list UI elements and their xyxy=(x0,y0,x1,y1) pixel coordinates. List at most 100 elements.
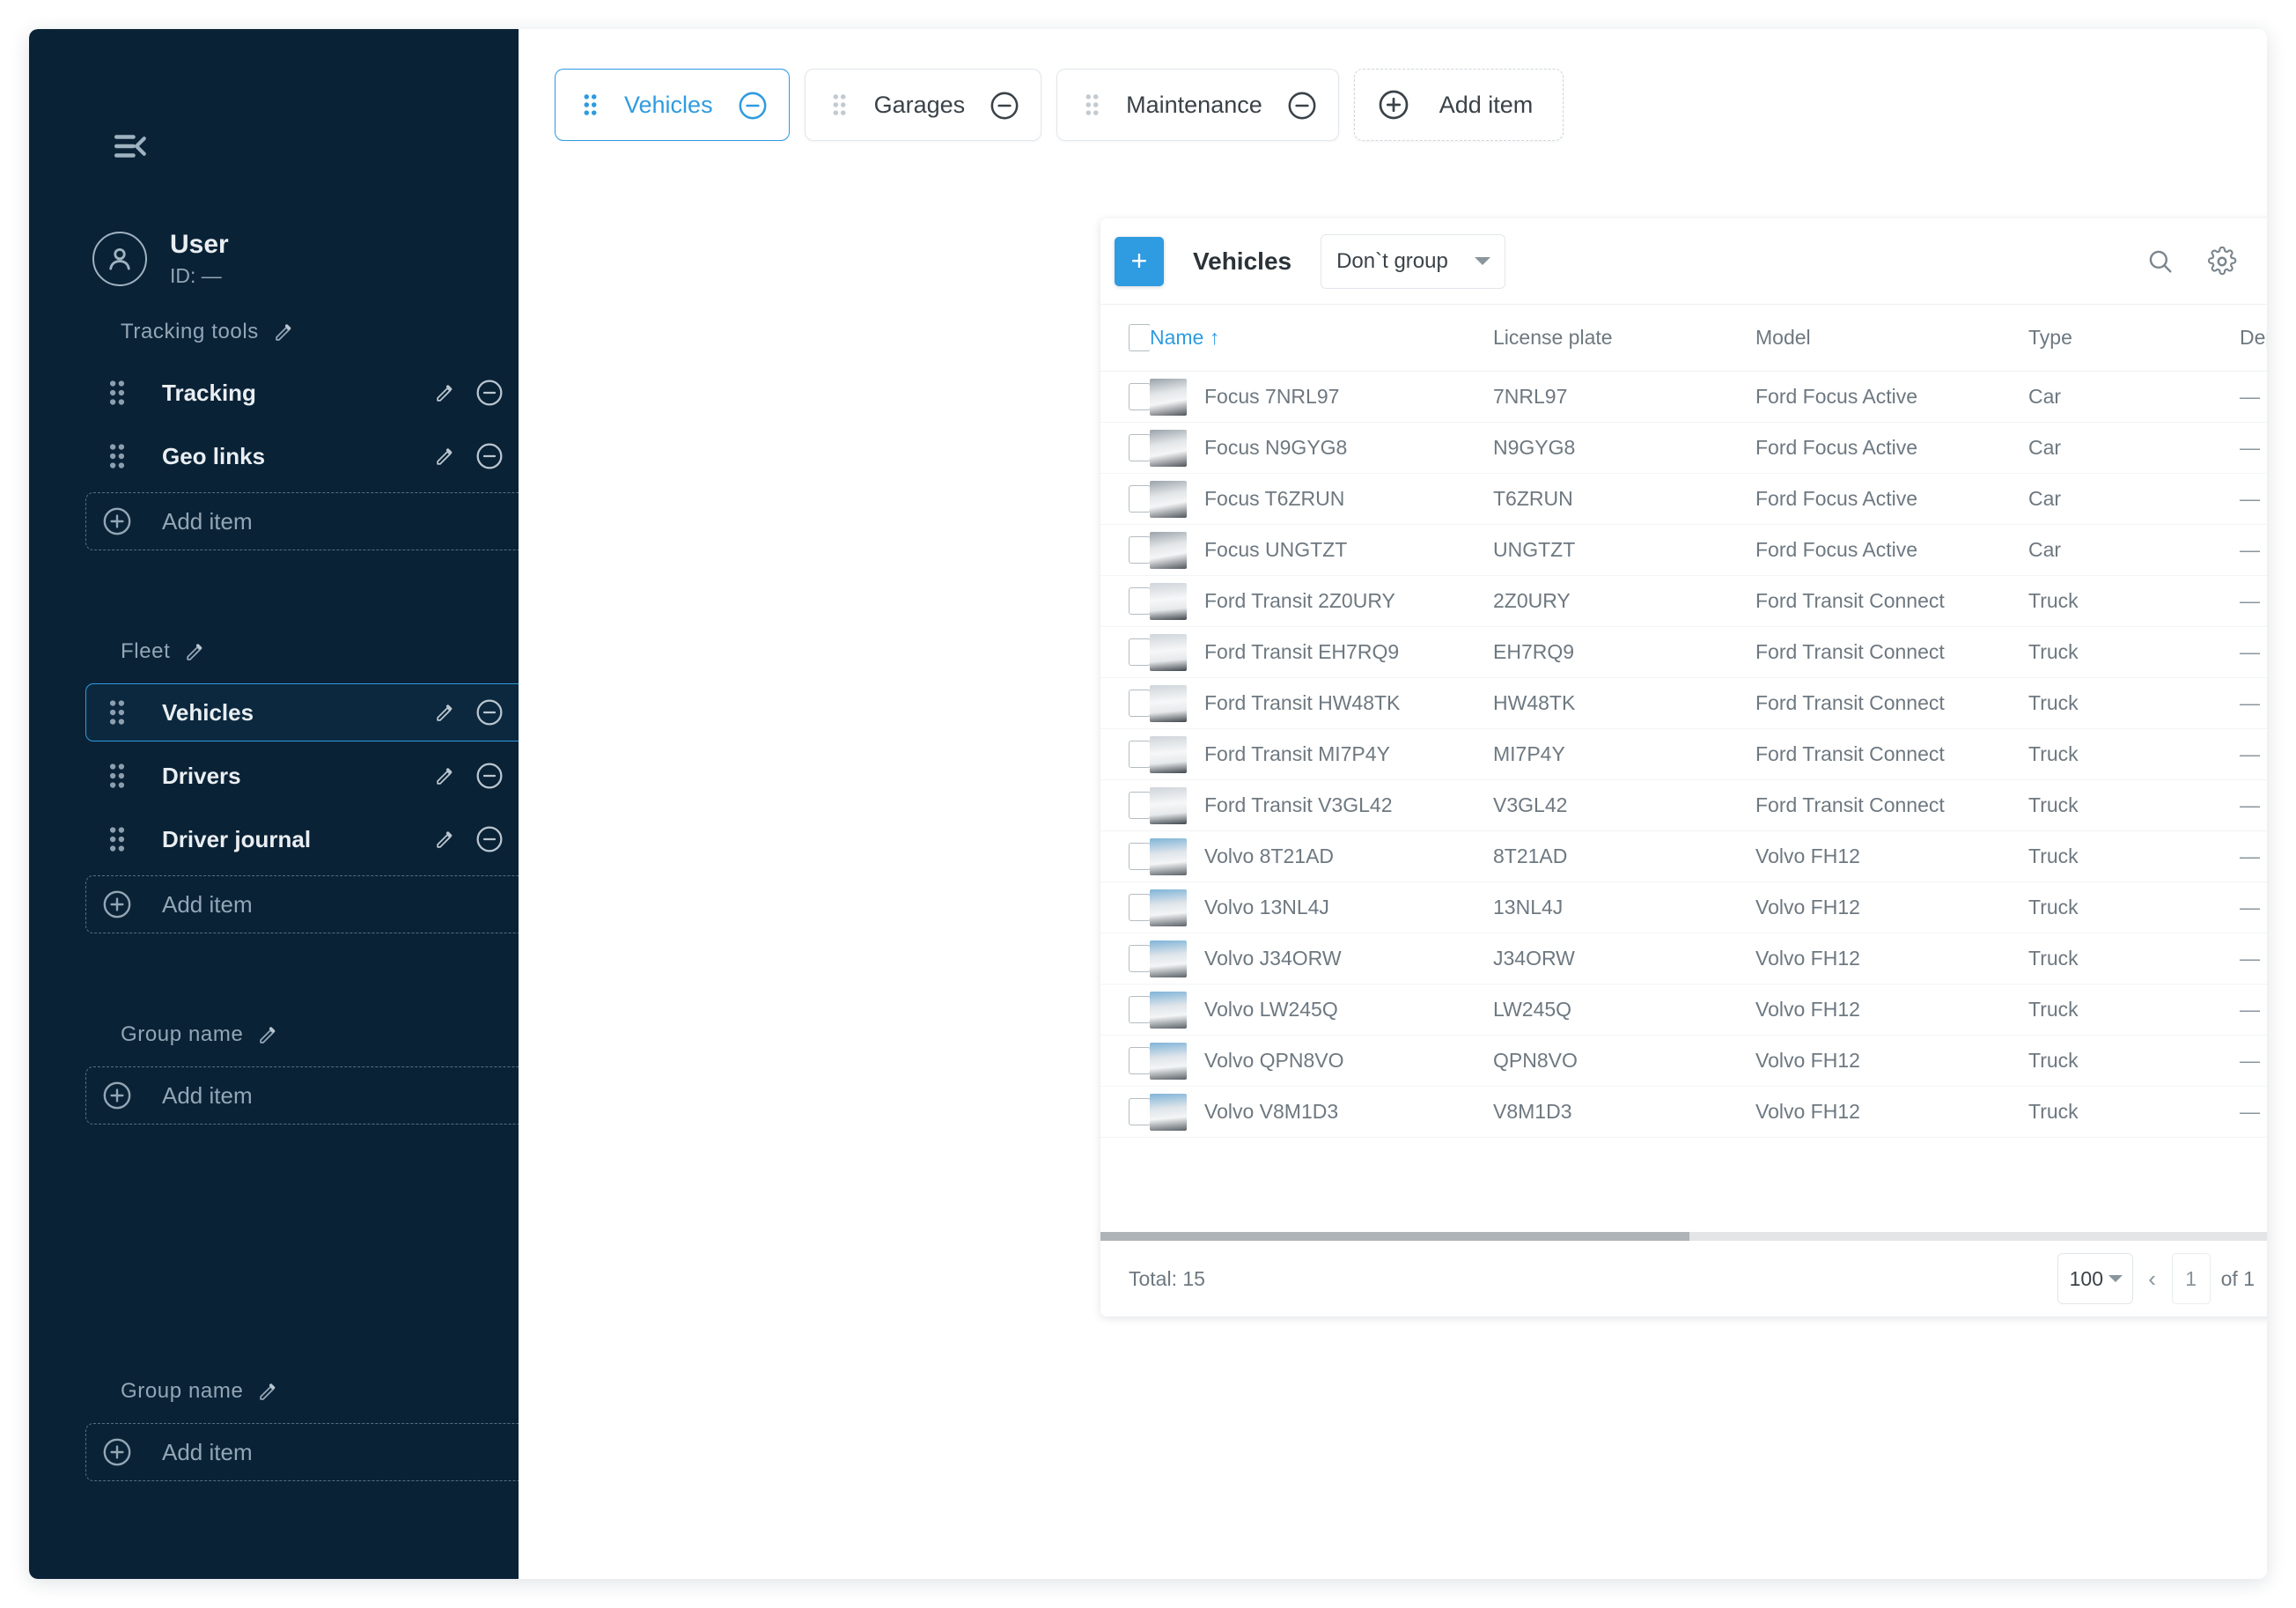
table-row[interactable]: Focus T6ZRUN T6ZRUN Ford Focus Active Car — xyxy=(1100,473,2267,525)
tab-garages[interactable]: Garages xyxy=(804,69,1042,141)
remove-icon[interactable] xyxy=(475,442,504,470)
cell-model: Volvo FH12 xyxy=(1755,1035,2028,1087)
horizontal-scrollbar[interactable] xyxy=(1100,1232,2267,1241)
table-scroll-area[interactable]: Name ↑ License plate Model Type Depot Fo… xyxy=(1100,305,2267,1232)
tab-maintenance[interactable]: Maintenance xyxy=(1056,69,1339,141)
drag-handle-icon[interactable] xyxy=(1080,93,1103,116)
remove-icon[interactable] xyxy=(738,91,767,120)
table-row[interactable]: Volvo 8T21AD 8T21AD Volvo FH12 Truck — xyxy=(1100,830,2267,882)
prev-page-button[interactable]: ‹ xyxy=(2133,1259,2172,1298)
row-select-cell xyxy=(1100,881,1151,933)
sidebar-section-group-1: Group name Add item xyxy=(85,1022,519,1125)
edit-pencil-icon[interactable] xyxy=(434,382,456,404)
page-number-input[interactable]: 1 xyxy=(2171,1253,2211,1304)
sidebar-item-tracking[interactable]: Tracking xyxy=(85,364,519,422)
table-row[interactable]: Volvo LW245Q LW245Q Volvo FH12 Truck — xyxy=(1100,984,2267,1036)
row-select-cell xyxy=(1100,984,1151,1036)
cell-depot: — xyxy=(2240,933,2267,985)
user-block[interactable]: User ID: — xyxy=(92,230,229,288)
remove-icon[interactable] xyxy=(990,91,1019,120)
row-checkbox[interactable] xyxy=(1129,945,1151,972)
next-page-button[interactable]: › xyxy=(2260,1259,2267,1298)
table-row[interactable]: Ford Transit 2Z0URY 2Z0URY Ford Transit Co… xyxy=(1100,575,2267,627)
gear-icon[interactable] xyxy=(2207,246,2237,277)
table-row[interactable]: Ford Transit EH7RQ9 EH7RQ9 Ford Transit Co… xyxy=(1100,626,2267,678)
row-select-cell xyxy=(1100,830,1151,882)
row-checkbox[interactable] xyxy=(1129,587,1151,615)
drag-handle-icon[interactable] xyxy=(102,380,132,406)
row-checkbox[interactable] xyxy=(1129,485,1151,513)
table-row[interactable]: Volvo 13NL4J 13NL4J Volvo FH12 Truck — xyxy=(1100,881,2267,933)
edit-pencil-icon[interactable] xyxy=(434,446,456,468)
add-item-button[interactable]: Add item xyxy=(85,1423,519,1481)
table-row[interactable]: Focus N9GYG8 N9GYG8 Ford Focus Active Car — xyxy=(1100,422,2267,474)
cell-model: Ford Transit Connect xyxy=(1755,677,2028,729)
column-header-depot[interactable]: Depot xyxy=(2240,305,2267,372)
table-row[interactable]: Volvo QPN8VO QPN8VO Volvo FH12 Truck — xyxy=(1100,1035,2267,1087)
sidebar-item-vehicles[interactable]: Vehicles xyxy=(85,683,519,741)
row-checkbox[interactable] xyxy=(1129,1098,1151,1125)
drag-handle-icon[interactable] xyxy=(578,93,601,116)
drag-handle-icon[interactable] xyxy=(828,93,851,116)
add-item-button[interactable]: Add item xyxy=(85,875,519,933)
edit-pencil-icon[interactable] xyxy=(434,702,456,724)
tab-vehicles[interactable]: Vehicles xyxy=(555,69,790,141)
table-row[interactable]: Ford Transit HW48TK HW48TK Ford Transit Co… xyxy=(1100,677,2267,729)
row-checkbox[interactable] xyxy=(1129,741,1151,768)
add-item-button[interactable]: Add item xyxy=(85,492,519,550)
column-header-plate[interactable]: License plate xyxy=(1493,305,1755,372)
select-all-checkbox[interactable] xyxy=(1129,324,1151,351)
table-row[interactable]: Ford Transit V3GL42 V3GL42 Ford Transit Co… xyxy=(1100,779,2267,831)
table-row[interactable]: Ford Transit MI7P4Y MI7P4Y Ford Transit Co… xyxy=(1100,728,2267,780)
edit-pencil-icon[interactable] xyxy=(184,641,206,663)
sidebar-item-driver-journal[interactable]: Driver journal xyxy=(85,810,519,868)
row-checkbox[interactable] xyxy=(1129,792,1151,819)
table-row[interactable]: Volvo J34ORW J34ORW Volvo FH12 Truck — xyxy=(1100,933,2267,985)
remove-icon[interactable] xyxy=(475,379,504,407)
remove-icon[interactable] xyxy=(475,762,504,790)
row-checkbox[interactable] xyxy=(1129,536,1151,564)
table-row[interactable]: Focus 7NRL97 7NRL97 Ford Focus Active Car — xyxy=(1100,371,2267,423)
chevron-down-icon xyxy=(1475,257,1491,265)
sidebar-section-title: Group name xyxy=(85,1022,519,1047)
edit-pencil-icon[interactable] xyxy=(434,765,456,787)
add-tab-button[interactable]: Add item xyxy=(1353,69,1564,141)
row-checkbox[interactable] xyxy=(1129,434,1151,461)
drag-handle-icon[interactable] xyxy=(102,763,132,789)
row-checkbox[interactable] xyxy=(1129,996,1151,1023)
row-checkbox[interactable] xyxy=(1129,843,1151,870)
sidebar-item-geo-links[interactable]: Geo links xyxy=(85,427,519,485)
per-page-select[interactable]: 100 xyxy=(2057,1253,2133,1304)
edit-pencil-icon[interactable] xyxy=(434,829,456,851)
edit-pencil-icon[interactable] xyxy=(257,1381,279,1403)
column-header-model[interactable]: Model xyxy=(1755,305,2028,372)
table-row[interactable]: Focus UNGTZT UNGTZT Ford Focus Active Car — xyxy=(1100,524,2267,576)
table-row[interactable]: Volvo V8M1D3 V8M1D3 Volvo FH12 Truck — xyxy=(1100,1086,2267,1138)
column-header-type[interactable]: Type xyxy=(2028,305,2240,372)
vehicle-thumbnail xyxy=(1150,480,1187,518)
remove-icon[interactable] xyxy=(475,698,504,727)
scrollbar-thumb[interactable] xyxy=(1100,1232,1689,1241)
cell-license-plate: HW48TK xyxy=(1493,677,1755,729)
row-checkbox[interactable] xyxy=(1129,894,1151,921)
drag-handle-icon[interactable] xyxy=(102,443,132,469)
edit-pencil-icon[interactable] xyxy=(273,321,295,343)
row-checkbox[interactable] xyxy=(1129,1047,1151,1074)
search-icon[interactable] xyxy=(2145,247,2175,277)
row-checkbox[interactable] xyxy=(1129,690,1151,717)
remove-icon[interactable] xyxy=(1287,91,1316,120)
add-vehicle-button[interactable]: + xyxy=(1115,236,1164,286)
collapse-menu-icon[interactable] xyxy=(105,121,156,172)
cell-license-plate: QPN8VO xyxy=(1493,1035,1755,1087)
column-header-name[interactable]: Name ↑ xyxy=(1150,305,1493,372)
remove-icon[interactable] xyxy=(475,825,504,853)
row-checkbox[interactable] xyxy=(1129,383,1151,410)
sidebar-item-drivers[interactable]: Drivers xyxy=(85,747,519,805)
drag-handle-icon[interactable] xyxy=(102,699,132,726)
group-by-select[interactable]: Don`t group xyxy=(1321,233,1506,289)
add-item-button[interactable]: Add item xyxy=(85,1066,519,1125)
row-checkbox[interactable] xyxy=(1129,638,1151,666)
drag-handle-icon[interactable] xyxy=(102,826,132,852)
edit-pencil-icon[interactable] xyxy=(257,1024,279,1046)
tab-label: Vehicles xyxy=(624,91,713,118)
